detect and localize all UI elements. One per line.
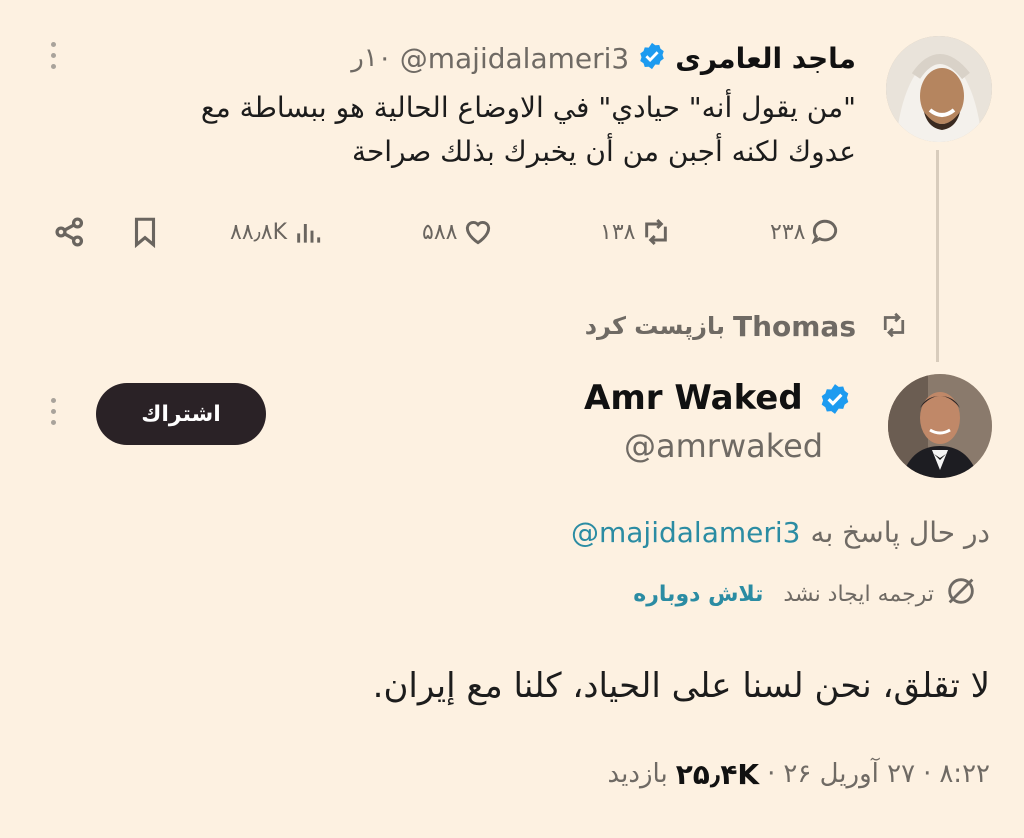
avatar-amr[interactable] <box>888 374 992 478</box>
verified-badge-icon <box>818 382 852 420</box>
tweet1-text: "من يقول أنه" حيادي" في الاوضاع الحالية … <box>36 86 856 174</box>
tweet2-handle[interactable]: @amrwaked <box>624 422 823 470</box>
heart-icon <box>466 220 491 245</box>
replying-to: در حال پاسخ به @majidalameri3 <box>571 510 990 554</box>
bookmark-button[interactable] <box>128 212 162 252</box>
tweet1-time[interactable]: ۱۰ر <box>351 43 392 73</box>
tweet2-meta-views-label: بازدید <box>607 759 668 789</box>
tweet2-meta-views: ۲۵٫۴K <box>675 757 760 791</box>
thread-line <box>936 150 939 362</box>
analytics-icon <box>297 224 321 243</box>
tweet2-meta-time[interactable]: ۸:۲۲ <box>939 759 990 789</box>
tweet1-handle[interactable]: @majidalameri3 <box>400 42 629 75</box>
reply-count: ۲۳۸ <box>770 219 806 245</box>
share-button[interactable] <box>52 212 88 252</box>
retweet-count: ۱۳۸ <box>600 219 636 245</box>
tweet2-meta-date[interactable]: ۲۷ آوریل ۲۶ <box>783 759 915 789</box>
tweet2-author-name[interactable]: Amr Waked <box>584 374 803 422</box>
tweet1-more-icon[interactable] <box>50 42 56 69</box>
meta-separator: · <box>767 759 776 789</box>
replying-prefix: در حال پاسخ به <box>810 515 990 549</box>
views-count: ۸۸٫۸K <box>230 219 288 245</box>
retweet-banner-label: بازپست کرد <box>584 312 725 340</box>
retweet-banner: Thomas بازپست کرد <box>585 306 856 346</box>
views-button[interactable]: ۸۸٫۸K <box>230 212 325 252</box>
retweet-banner-user[interactable]: Thomas <box>733 310 856 343</box>
bookmark-icon <box>134 217 156 249</box>
tweet2-text: لا تقلق، نحن لسنا على الحياد، كلنا مع إي… <box>372 666 990 706</box>
share-icon <box>55 217 84 247</box>
verified-badge-icon <box>637 41 667 75</box>
translation-row: ترجمه ایجاد نشد تلاش دوباره <box>633 574 978 614</box>
subscribe-button[interactable]: اشتراك <box>96 383 266 445</box>
avatar-majid[interactable] <box>886 36 992 142</box>
reply-button[interactable]: ۲۳۸ <box>770 212 841 252</box>
tweet1-text-line2: عدوك لكنه أجبن من أن يخبرك بذلك صراحة <box>351 135 856 168</box>
retry-translation-link[interactable]: تلاش دوباره <box>633 582 763 607</box>
retweet-icon <box>645 218 668 246</box>
meta-separator: · <box>923 759 932 789</box>
translation-failed-text: ترجمه ایجاد نشد <box>783 581 934 607</box>
replying-handle[interactable]: @majidalameri3 <box>571 516 800 549</box>
tweet1-text-line1: "من يقول أنه" حيادي" في الاوضاع الحالية … <box>200 91 856 124</box>
retweet-button[interactable]: ۱۳۸ <box>600 212 673 252</box>
reply-icon <box>811 219 838 245</box>
like-button[interactable]: ۵۸۸ <box>422 212 495 252</box>
retweet-banner-icon <box>878 310 910 344</box>
tweet1-header: ماجد العامرى @majidalameri3 ۱۰ر <box>351 36 856 80</box>
tweet1-author-name[interactable]: ماجد العامرى <box>675 42 856 75</box>
like-count: ۵۸۸ <box>422 219 458 245</box>
tweet2-meta: ۸:۲۲ · ۲۷ آوریل ۲۶ · ۲۵٫۴K بازدید <box>608 752 990 796</box>
tweet2-more-icon[interactable] <box>50 398 56 425</box>
translate-off-icon <box>944 574 978 614</box>
